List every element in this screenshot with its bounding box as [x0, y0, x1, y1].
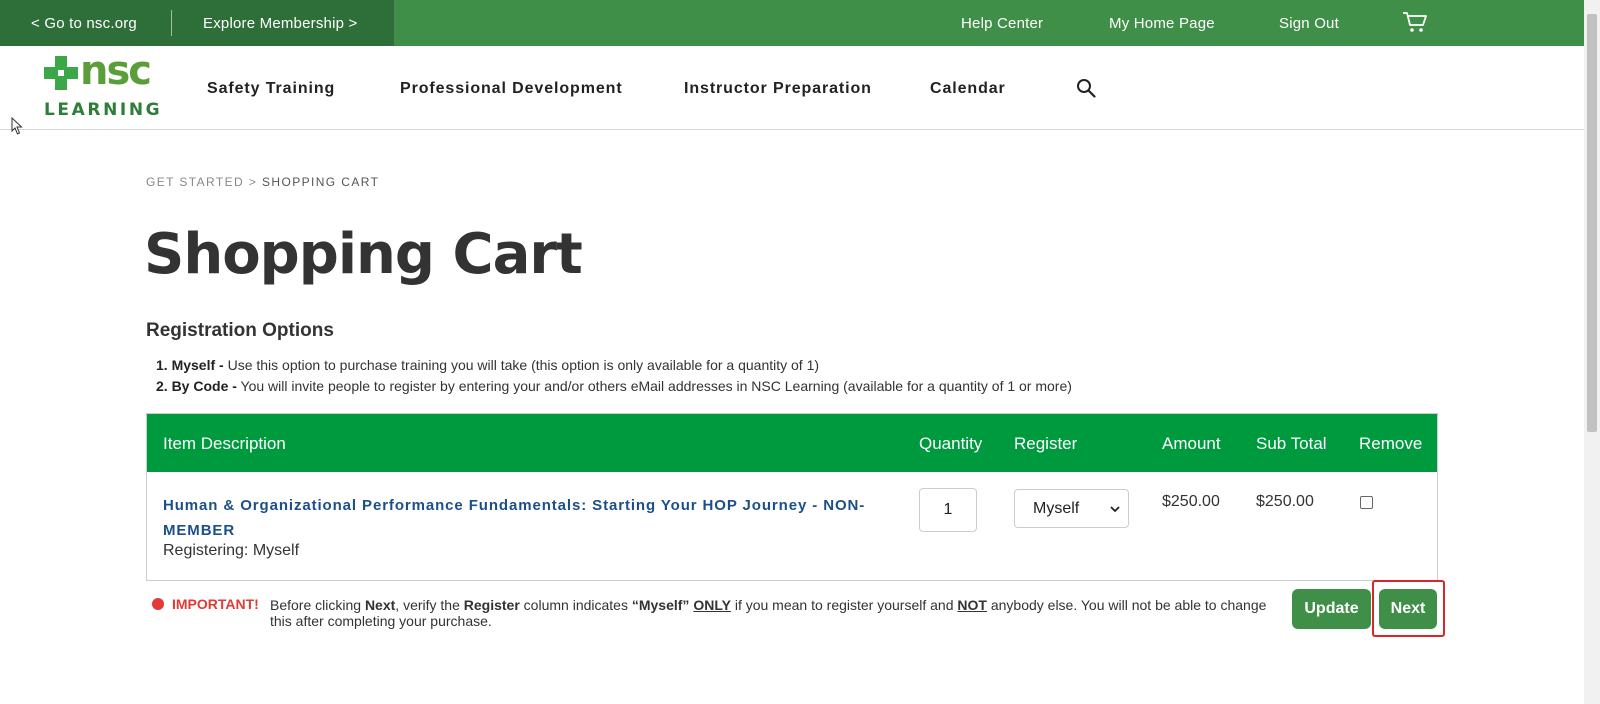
- column-register: Register: [1014, 434, 1078, 453]
- scrollbar[interactable]: [1584, 0, 1600, 704]
- update-button[interactable]: Update: [1292, 589, 1371, 629]
- registration-options-title: Registration Options: [146, 320, 334, 341]
- scrollbar-thumb[interactable]: [1587, 14, 1597, 432]
- breadcrumb-current: SHOPPING CART: [261, 175, 380, 189]
- top-bar-divider: [171, 10, 172, 36]
- column-item-description: Item Description: [163, 434, 286, 453]
- important-dot-icon: [152, 598, 164, 610]
- nav-professional-development[interactable]: Professional Development: [400, 80, 623, 98]
- nav-calendar[interactable]: Calendar: [930, 80, 1006, 98]
- breadcrumb-get-started[interactable]: GET STARTED: [146, 175, 244, 189]
- registration-option-myself: 1. Myself - Use this option to purchase …: [156, 357, 820, 373]
- site-header: nsc LEARNING Safety Training Professiona…: [0, 46, 1584, 130]
- sign-out-link[interactable]: Sign Out: [1279, 15, 1339, 32]
- breadcrumb: GET STARTED > SHOPPING CART: [146, 175, 379, 189]
- important-notice-text: Before clicking Next, verify the Registe…: [270, 597, 1267, 629]
- cart-item-registering: Registering: Myself: [163, 542, 300, 559]
- cart-table-header: Item Description Quantity Register Amoun…: [147, 414, 1437, 472]
- plus-logo-icon: [44, 56, 78, 90]
- nav-safety-training[interactable]: Safety Training: [207, 80, 335, 98]
- go-to-nsc-link[interactable]: < Go to nsc.org: [31, 15, 137, 32]
- registration-options-list: 1. Myself - Use this option to purchase …: [156, 357, 1072, 399]
- breadcrumb-separator: >: [248, 175, 258, 189]
- next-button[interactable]: Next: [1379, 589, 1437, 629]
- registration-option-by-code: 2. By Code - You will invite people to r…: [156, 378, 1072, 394]
- cart-item-subtotal: $250.00: [1256, 493, 1314, 510]
- logo-brand: nsc: [80, 48, 152, 94]
- cart-icon[interactable]: [1402, 10, 1428, 34]
- logo-tagline: LEARNING: [44, 100, 163, 120]
- chevron-down-icon: [1110, 506, 1120, 513]
- page-title: Shopping Cart: [144, 222, 583, 287]
- cart-item-amount: $250.00: [1162, 493, 1220, 510]
- column-amount: Amount: [1162, 434, 1221, 453]
- nsc-learning-logo[interactable]: nsc LEARNING: [44, 48, 174, 122]
- mouse-cursor-icon: [11, 117, 23, 135]
- search-icon[interactable]: [1076, 78, 1096, 98]
- quantity-input[interactable]: 1: [919, 488, 977, 532]
- top-bar: < Go to nsc.org Explore Membership > Hel…: [0, 0, 1584, 46]
- help-center-link[interactable]: Help Center: [961, 15, 1043, 32]
- remove-checkbox[interactable]: [1360, 496, 1373, 509]
- register-select[interactable]: Myself: [1014, 489, 1129, 528]
- column-quantity: Quantity: [919, 434, 983, 453]
- cart-table: Item Description Quantity Register Amoun…: [146, 413, 1438, 581]
- important-label: IMPORTANT!: [172, 596, 259, 612]
- cart-item-title-link[interactable]: Human & Organizational Performance Funda…: [163, 493, 903, 543]
- column-remove: Remove: [1359, 434, 1423, 453]
- column-sub-total: Sub Total: [1256, 434, 1327, 453]
- my-home-page-link[interactable]: My Home Page: [1109, 15, 1215, 32]
- nav-instructor-preparation[interactable]: Instructor Preparation: [684, 80, 872, 98]
- register-select-value: Myself: [1033, 500, 1080, 517]
- explore-membership-link[interactable]: Explore Membership >: [203, 15, 357, 32]
